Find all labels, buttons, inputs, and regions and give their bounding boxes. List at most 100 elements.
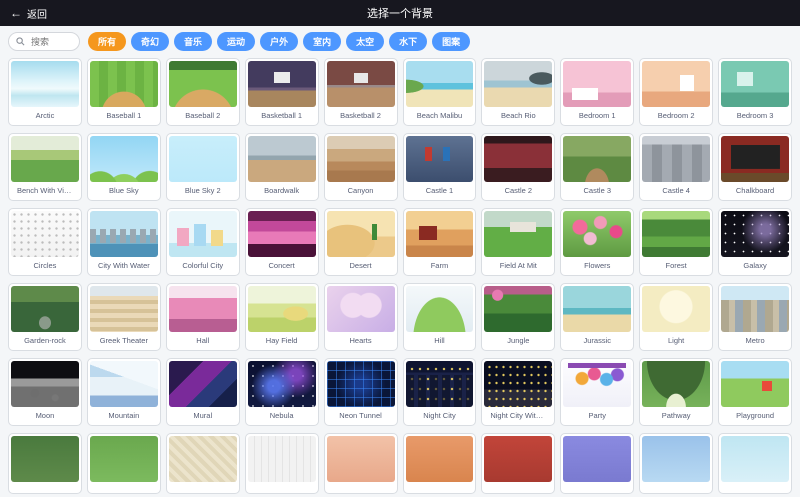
backdrop-card[interactable] <box>718 433 792 494</box>
backdrop-name: Nebula <box>269 407 295 423</box>
filter-tag[interactable]: 音乐 <box>174 32 212 51</box>
backdrop-card[interactable] <box>403 433 477 494</box>
backdrop-card[interactable]: Concert <box>245 208 319 276</box>
backdrop-name: Garden-rock <box>23 332 67 348</box>
backdrop-card[interactable]: Castle 3 <box>560 133 634 201</box>
backdrop-card[interactable]: Flowers <box>560 208 634 276</box>
backdrop-name <box>754 482 756 491</box>
backdrop-card[interactable] <box>8 433 82 494</box>
backdrop-thumbnail <box>90 136 158 182</box>
backdrop-thumbnail <box>169 61 237 107</box>
backdrop-card[interactable]: Hill <box>403 283 477 351</box>
backdrop-card[interactable]: Jurassic <box>560 283 634 351</box>
backdrop-card[interactable]: Blue Sky <box>87 133 161 201</box>
backdrop-card[interactable]: Bench With View <box>8 133 82 201</box>
backdrop-card[interactable]: Nebula <box>245 358 319 426</box>
backdrop-thumbnail <box>484 361 552 407</box>
backdrop-card[interactable]: Hay Field <box>245 283 319 351</box>
backdrop-card[interactable] <box>245 433 319 494</box>
backdrop-card[interactable] <box>560 433 634 494</box>
filter-tag[interactable]: 水下 <box>389 32 427 51</box>
backdrop-card[interactable]: Night City With Street <box>481 358 555 426</box>
backdrop-card[interactable] <box>324 433 398 494</box>
backdrop-card[interactable]: Metro <box>718 283 792 351</box>
backdrop-name: Hall <box>195 332 210 348</box>
backdrop-thumbnail <box>248 61 316 107</box>
filter-tag[interactable]: 太空 <box>346 32 384 51</box>
backdrop-card[interactable]: Bedroom 3 <box>718 58 792 126</box>
backdrop-card[interactable]: Basketball 2 <box>324 58 398 126</box>
backdrop-name: Night City With Street <box>489 407 547 423</box>
filter-tag[interactable]: 室内 <box>303 32 341 51</box>
backdrop-card[interactable]: Hall <box>166 283 240 351</box>
backdrop-card[interactable]: Greek Theater <box>87 283 161 351</box>
backdrop-thumbnail <box>406 211 474 257</box>
backdrop-card[interactable]: Circles <box>8 208 82 276</box>
backdrop-card[interactable]: Night City <box>403 358 477 426</box>
filter-tag[interactable]: 运动 <box>217 32 255 51</box>
backdrop-card[interactable]: Neon Tunnel <box>324 358 398 426</box>
backdrop-card[interactable]: Party <box>560 358 634 426</box>
back-button[interactable]: ← 返回 <box>0 0 57 26</box>
backdrop-card[interactable]: Chalkboard <box>718 133 792 201</box>
backdrop-card[interactable]: Beach Malibu <box>403 58 477 126</box>
backdrop-thumbnail <box>90 61 158 107</box>
backdrop-card[interactable]: Forest <box>639 208 713 276</box>
backdrop-card[interactable]: Galaxy <box>718 208 792 276</box>
backdrop-card[interactable]: City With Water <box>87 208 161 276</box>
backdrop-card[interactable]: Blue Sky 2 <box>166 133 240 201</box>
backdrop-card[interactable]: Playground <box>718 358 792 426</box>
backdrop-thumbnail <box>642 211 710 257</box>
backdrop-card[interactable] <box>87 433 161 494</box>
backdrop-card[interactable]: Garden-rock <box>8 283 82 351</box>
backdrop-name: Farm <box>430 257 450 273</box>
filter-tag[interactable]: 奇幻 <box>131 32 169 51</box>
backdrop-card[interactable]: Bedroom 2 <box>639 58 713 126</box>
backdrop-card[interactable]: Castle 4 <box>639 133 713 201</box>
backdrop-card[interactable]: Moon <box>8 358 82 426</box>
backdrop-card[interactable] <box>639 433 713 494</box>
backdrop-card[interactable]: Baseball 2 <box>166 58 240 126</box>
filter-tag[interactable]: 户外 <box>260 32 298 51</box>
backdrop-name: Galaxy <box>742 257 767 273</box>
backdrop-card[interactable]: Pathway <box>639 358 713 426</box>
backdrop-card[interactable]: Beach Rio <box>481 58 555 126</box>
backdrop-card[interactable]: Farm <box>403 208 477 276</box>
backdrop-card[interactable]: Mountain <box>87 358 161 426</box>
backdrop-card[interactable]: Colorful City <box>166 208 240 276</box>
backdrop-name: Greek Theater <box>99 332 149 348</box>
backdrop-name: City With Water <box>97 257 151 273</box>
search-box[interactable] <box>8 32 80 51</box>
backdrop-thumbnail <box>327 211 395 257</box>
backdrop-card[interactable]: Castle 2 <box>481 133 555 201</box>
backdrop-card[interactable]: Mural <box>166 358 240 426</box>
backdrop-name: Castle 4 <box>661 182 691 198</box>
backdrop-card[interactable]: Light <box>639 283 713 351</box>
backdrop-card[interactable]: Bedroom 1 <box>560 58 634 126</box>
backdrop-card[interactable]: Basketball 1 <box>245 58 319 126</box>
backdrop-thumbnail <box>721 211 789 257</box>
backdrop-thumbnail <box>11 286 79 332</box>
backdrop-card[interactable]: Jungle <box>481 283 555 351</box>
backdrop-card[interactable] <box>166 433 240 494</box>
backdrop-name: Colorful City <box>181 257 224 273</box>
backdrop-card[interactable]: Boardwalk <box>245 133 319 201</box>
filter-tag[interactable]: 所有 <box>88 32 126 51</box>
backdrop-name: Circles <box>32 257 57 273</box>
backdrop-card[interactable]: Baseball 1 <box>87 58 161 126</box>
backdrop-name: Bedroom 2 <box>657 107 696 123</box>
backdrop-card[interactable]: Field At Mit <box>481 208 555 276</box>
backdrop-name <box>675 482 677 491</box>
backdrop-name: Concert <box>268 257 296 273</box>
backdrop-card[interactable]: Arctic <box>8 58 82 126</box>
backdrop-name: Night City <box>422 407 457 423</box>
backdrop-card[interactable]: Canyon <box>324 133 398 201</box>
backdrop-name <box>202 482 204 491</box>
backdrop-card[interactable] <box>481 433 555 494</box>
backdrop-card[interactable]: Hearts <box>324 283 398 351</box>
backdrop-card[interactable]: Castle 1 <box>403 133 477 201</box>
backdrop-card[interactable]: Desert <box>324 208 398 276</box>
search-input[interactable] <box>29 36 72 48</box>
filter-tag[interactable]: 图案 <box>432 32 470 51</box>
backdrop-thumbnail <box>406 61 474 107</box>
